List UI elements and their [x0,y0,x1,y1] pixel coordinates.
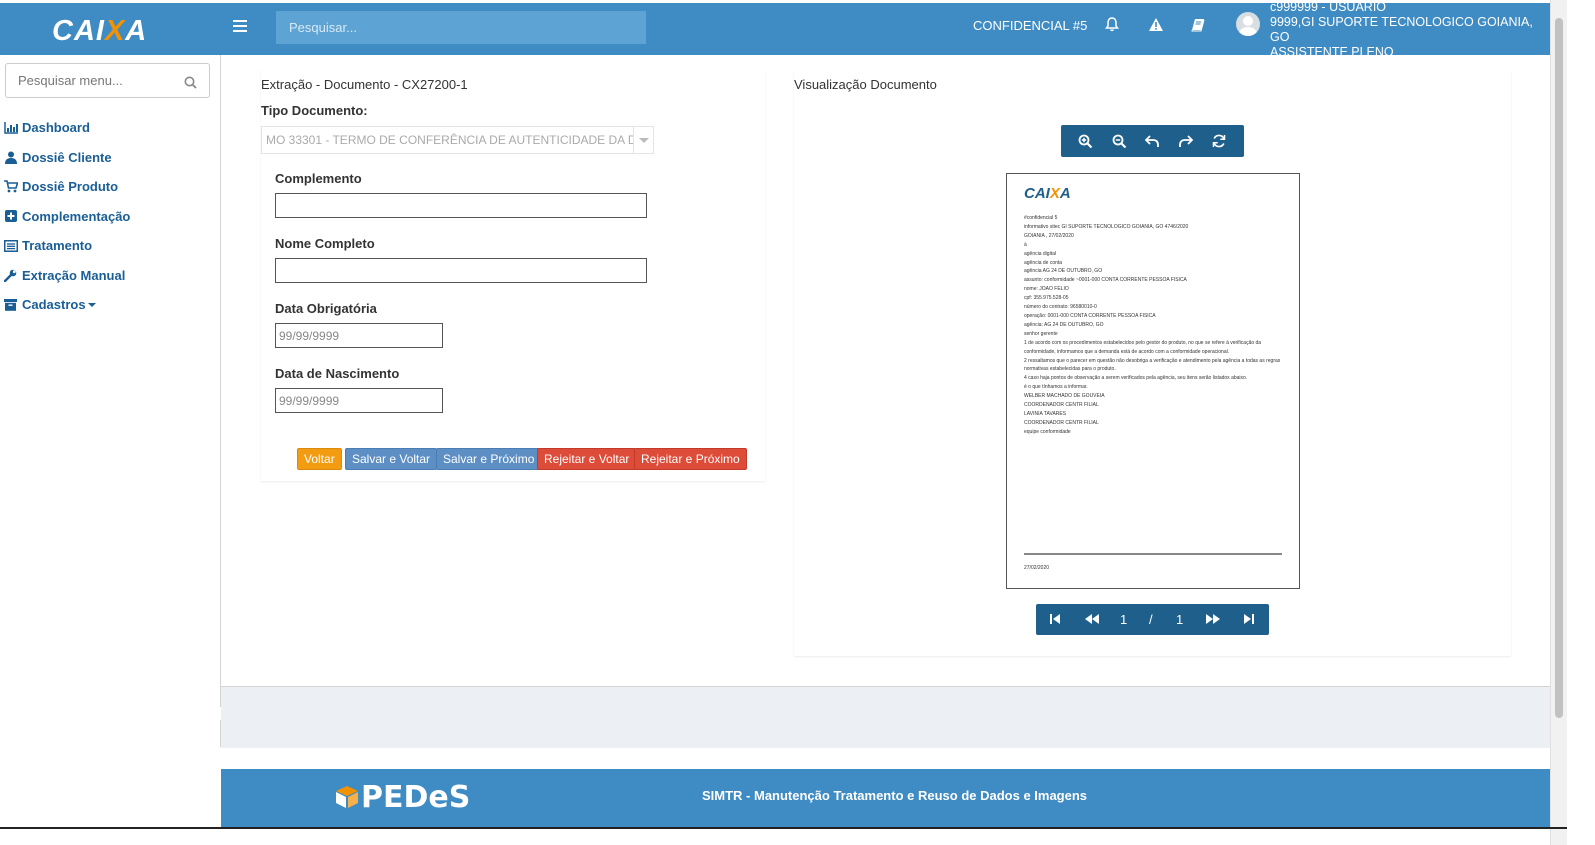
menu-search-input[interactable] [6,64,166,97]
sidebar-item-label: Dossiê Produto [22,179,119,195]
window-bottom-border [0,827,1567,829]
cube-icon [334,783,360,809]
complemento-label: Complemento [275,171,362,186]
sidebar-item-label: Dossiê Cliente [22,149,112,165]
warning-icon[interactable] [1148,17,1164,33]
viewer-title: Visualização Documento [794,77,937,92]
sidebar-menu: Dashboard Dossiê Cliente Dossiê Produto … [3,113,130,320]
rotate-left-icon[interactable] [1141,130,1163,152]
user-avatar[interactable] [1236,12,1260,36]
data-obrigatoria-label: Data Obrigatória [275,301,377,316]
total-pages: 1 [1176,612,1184,627]
document-date: 27/02/2020 [1024,565,1050,571]
nome-completo-label: Nome Completo [275,236,375,251]
content-footer-strip [221,686,1550,748]
data-nascimento-input[interactable] [275,388,443,413]
window-edge [1567,0,1595,845]
zoom-in-icon[interactable] [1075,130,1097,152]
refresh-icon[interactable] [1208,130,1230,152]
document-viewer-panel: Visualização Documento CAIXA #confidenci… [794,70,1511,656]
first-page-icon[interactable] [1048,612,1064,628]
viewer-toolbar [1061,125,1244,157]
menu-toggle-icon[interactable] [233,20,247,34]
document-text: #confidencial 5 informativo sitec GI SUP… [1024,215,1281,435]
bell-icon[interactable] [1105,17,1121,33]
pedes-logo: PEDeS [334,780,470,815]
scrollbar-thumb[interactable] [1555,18,1563,718]
salvar-proximo-button[interactable]: Salvar e Próximo [436,448,542,470]
sidebar-item-label: Complementação [22,208,131,224]
user-unit: 9999,GI SUPORTE TECNOLOGICO GOIANIA, GO [1270,15,1533,44]
tipo-documento-label: Tipo Documento: [261,103,368,118]
signature-line [1024,553,1282,555]
sidebar-item-label: Tratamento [22,238,93,254]
data-obrigatoria-input[interactable] [275,323,443,348]
global-search-input[interactable] [276,11,646,44]
page-navigator: 1 / 1 [1036,604,1269,635]
caixa-logo[interactable]: CAIXA [52,15,147,48]
user-role: ASSISTENTE PLENO [1270,45,1394,59]
sidebar-item-label: Cadastros [22,297,86,313]
sidebar-item-dossie-produto[interactable]: Dossiê Produto [3,172,130,202]
tipo-documento-value: MO 33301 - TERMO DE CONFERÊNCIA DE AUTEN… [266,133,654,147]
book-icon[interactable] [1191,17,1207,33]
salvar-voltar-button[interactable]: Salvar e Voltar [345,448,438,470]
sidebar-item-dashboard[interactable]: Dashboard [3,113,130,143]
chevron-down-icon[interactable] [633,127,653,153]
page-footer: PEDeS SIMTR - Manutenção Tratamento e Re… [221,769,1550,827]
nome-completo-input[interactable] [275,258,647,283]
cart-icon [3,180,18,193]
panel-title: Extração - Documento - CX27200-1 [261,77,468,92]
search-icon[interactable] [184,74,197,93]
top-navbar: CAIXA CONFIDENCIAL #5 c999999 - USUÁRIO … [0,0,1550,59]
sidebar-item-label: Dashboard [22,120,90,136]
sidebar-item-tratamento[interactable]: Tratamento [3,231,130,261]
voltar-button[interactable]: Voltar [297,448,342,470]
rejeitar-voltar-button[interactable]: Rejeitar e Voltar [537,448,637,470]
rejeitar-proximo-button[interactable]: Rejeitar e Próximo [634,448,747,470]
complemento-input[interactable] [275,193,647,218]
confidential-label: CONFIDENCIAL #5 [973,18,1088,33]
bar-chart-icon [3,121,18,134]
current-page[interactable]: 1 [1120,612,1127,627]
last-page-icon[interactable] [1242,612,1258,628]
data-nascimento-label: Data de Nascimento [275,366,400,381]
archive-icon [3,298,18,311]
chevron-down-icon [87,302,96,307]
zoom-out-icon[interactable] [1108,130,1130,152]
extraction-form-panel: Extração - Documento - CX27200-1 Tipo Do… [261,70,765,481]
sidebar-item-extracao-manual[interactable]: Extração Manual [3,261,130,291]
list-icon [3,239,18,252]
wrench-icon [3,269,18,282]
rotate-right-icon[interactable] [1175,130,1197,152]
sidebar: Dashboard Dossiê Cliente Dossiê Produto … [0,55,221,747]
plus-square-icon [3,210,18,223]
tipo-documento-select[interactable]: MO 33301 - TERMO DE CONFERÊNCIA DE AUTEN… [261,126,654,154]
user-id: c999999 - USUÁRIO [1270,0,1387,14]
next-page-icon[interactable] [1205,612,1221,628]
sidebar-item-complementacao[interactable]: Complementação [3,202,130,232]
sidebar-search [5,63,210,98]
page-separator: / [1149,612,1153,627]
previous-page-icon[interactable] [1084,612,1100,628]
footer-system-name: SIMTR - Manutenção Tratamento e Reuso de… [702,788,1088,803]
user-icon [3,151,18,164]
sidebar-item-cadastros[interactable]: Cadastros [3,290,130,320]
sidebar-item-label: Extração Manual [22,267,126,283]
user-info[interactable]: c999999 - USUÁRIO 9999,GI SUPORTE TECNOL… [1270,0,1550,60]
page-scrollbar[interactable] [1550,0,1567,845]
document-caixa-logo: CAIXA [1024,185,1071,202]
document-page: CAIXA #confidencial 5 informativo sitec … [1006,173,1300,589]
sidebar-item-dossie-cliente[interactable]: Dossiê Cliente [3,143,130,173]
